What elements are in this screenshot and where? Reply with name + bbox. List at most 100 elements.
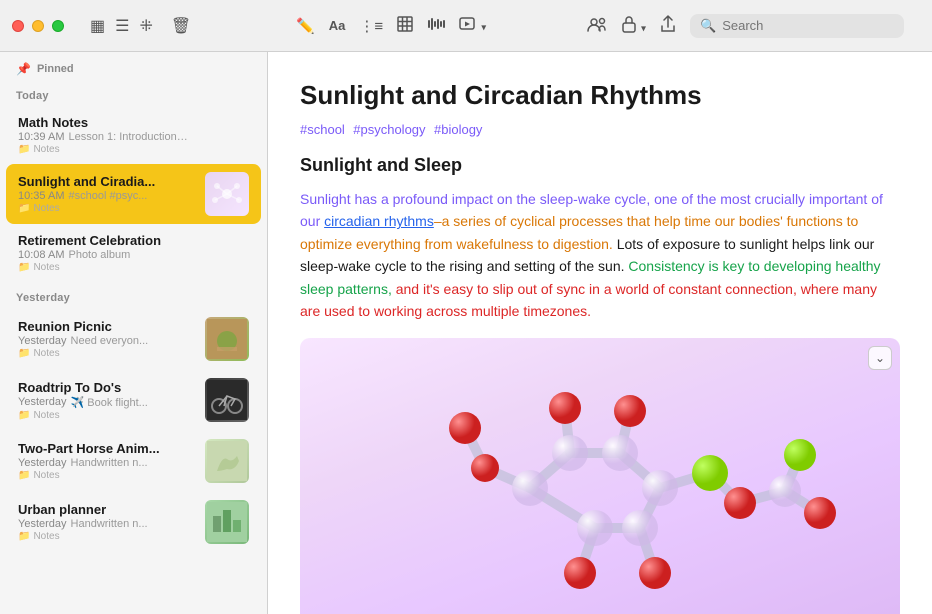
- note-folder: 📁 Notes: [18, 470, 197, 481]
- note-content: Roadtrip To Do's Yesterday ✈️ Book fligh…: [18, 380, 197, 421]
- note-title: Sunlight and Ciradia...: [18, 174, 197, 189]
- search-icon: 🔍: [700, 18, 716, 34]
- note-thumbnail-picnic: [205, 317, 249, 361]
- note-time: 10:35 AM: [18, 190, 64, 202]
- main-content: 📌 Pinned Today Math Notes 10:39 AM Lesso…: [0, 52, 932, 614]
- note-preview: Handwritten n...: [71, 518, 148, 530]
- note-content: Sunlight and Ciradia... 10:35 AM #school…: [18, 174, 197, 214]
- editor-title: Sunlight and Circadian Rhythms: [300, 80, 900, 111]
- note-preview: Lesson 1: Introduction to...: [68, 131, 188, 143]
- toolbar-right-group: ▾ 🔍: [587, 14, 904, 38]
- sidebar-toggle-icon[interactable]: ▦: [90, 16, 105, 36]
- image-collapse-button[interactable]: ⌄: [868, 346, 892, 370]
- note-folder: 📁 Notes: [18, 262, 249, 273]
- note-item-roadtrip[interactable]: Roadtrip To Do's Yesterday ✈️ Book fligh…: [6, 370, 261, 430]
- note-folder: 📁 Notes: [18, 144, 249, 155]
- editor-subtitle: Sunlight and Sleep: [300, 155, 900, 176]
- folder-icon: 📁: [18, 262, 30, 273]
- folder-icon: 📁: [18, 410, 30, 421]
- list-options-icon[interactable]: ⋮≡: [359, 17, 383, 35]
- titlebar-left: ▦ ☰ ⁜ 🗑: [12, 16, 280, 36]
- tag-school[interactable]: #school: [300, 122, 345, 137]
- audio-icon[interactable]: [427, 16, 445, 36]
- note-time: 10:08 AM: [18, 249, 64, 261]
- editor-body[interactable]: Sunlight has a profound impact on the sl…: [300, 188, 900, 322]
- note-time: Yesterday: [18, 457, 67, 469]
- note-item-reunion[interactable]: Reunion Picnic Yesterday Need everyon...…: [6, 309, 261, 369]
- note-folder: 📁 Notes: [18, 410, 197, 421]
- folder-name: Notes: [33, 348, 59, 359]
- note-content: Math Notes 10:39 AM Lesson 1: Introducti…: [18, 115, 249, 155]
- note-preview: Need everyon...: [71, 335, 149, 347]
- folder-name: Notes: [33, 203, 59, 214]
- folder-name: Notes: [33, 144, 59, 155]
- titlebar-right: ✏️ Aa ⋮≡: [280, 14, 920, 38]
- folder-name: Notes: [33, 470, 59, 481]
- editor-tags: #school #psychology #biology: [300, 121, 900, 139]
- collab-icon[interactable]: [587, 16, 607, 36]
- folder-name: Notes: [33, 531, 59, 542]
- note-thumbnail-molecule: [205, 172, 249, 216]
- note-folder: 📁 Notes: [18, 531, 197, 542]
- note-content: Two-Part Horse Anim... Yesterday Handwri…: [18, 441, 197, 481]
- close-button[interactable]: [12, 20, 24, 32]
- note-title: Two-Part Horse Anim...: [18, 441, 197, 456]
- media-icon[interactable]: ▾: [459, 16, 486, 36]
- titlebar: ▦ ☰ ⁜ 🗑 ✏️ Aa ⋮≡: [0, 0, 932, 52]
- table-icon[interactable]: [397, 16, 413, 36]
- note-item-sunlight[interactable]: Sunlight and Ciradia... 10:35 AM #school…: [6, 164, 261, 224]
- pinned-label: Pinned: [37, 63, 74, 75]
- share-icon[interactable]: [660, 15, 676, 37]
- molecule-visualization: [300, 338, 900, 614]
- note-time: 10:39 AM: [18, 131, 64, 143]
- section-today: Today: [0, 80, 267, 106]
- section-yesterday: Yesterday: [0, 282, 267, 308]
- note-meta: Yesterday ✈️ Book flight...: [18, 396, 197, 409]
- note-meta: 10:08 AM Photo album: [18, 249, 249, 261]
- note-content: Reunion Picnic Yesterday Need everyon...…: [18, 319, 197, 359]
- folder-icon: 📁: [18, 531, 30, 542]
- note-item-horse[interactable]: Two-Part Horse Anim... Yesterday Handwri…: [6, 431, 261, 491]
- traffic-lights: [12, 20, 64, 32]
- new-note-icon[interactable]: ✏️: [296, 17, 315, 35]
- delete-icon[interactable]: 🗑: [171, 16, 191, 36]
- note-item-math-notes[interactable]: Math Notes 10:39 AM Lesson 1: Introducti…: [6, 107, 261, 163]
- note-thumbnail-urban: [205, 500, 249, 544]
- note-title: Math Notes: [18, 115, 249, 130]
- note-item-retirement[interactable]: Retirement Celebration 10:08 AM Photo al…: [6, 225, 261, 281]
- note-item-urban[interactable]: Urban planner Yesterday Handwritten n...…: [6, 492, 261, 552]
- body-paragraph-1: Sunlight has a profound impact on the sl…: [300, 188, 900, 322]
- tag-biology[interactable]: #biology: [434, 122, 482, 137]
- maximize-button[interactable]: [52, 20, 64, 32]
- note-time: Yesterday: [18, 335, 67, 347]
- grid-view-icon[interactable]: ⁜: [139, 16, 152, 36]
- tag-psychology[interactable]: #psychology: [353, 122, 425, 137]
- lock-icon[interactable]: ▾: [621, 15, 646, 37]
- note-title: Roadtrip To Do's: [18, 380, 197, 395]
- folder-name: Notes: [33, 262, 59, 273]
- folder-icon: 📁: [18, 203, 30, 214]
- note-content: Urban planner Yesterday Handwritten n...…: [18, 502, 197, 542]
- search-input[interactable]: [722, 18, 892, 33]
- note-time: Yesterday: [18, 396, 67, 408]
- note-folder: 📁 Notes: [18, 203, 197, 214]
- note-time: Yesterday: [18, 518, 67, 530]
- editor: Sunlight and Circadian Rhythms #school #…: [268, 52, 932, 614]
- folder-icon: 📁: [18, 144, 30, 155]
- folder-name: Notes: [33, 410, 59, 421]
- note-thumbnail-horse: [205, 439, 249, 483]
- minimize-button[interactable]: [32, 20, 44, 32]
- note-content: Retirement Celebration 10:08 AM Photo al…: [18, 233, 249, 273]
- note-thumbnail-bike: [205, 378, 249, 422]
- folder-icon: 📁: [18, 348, 30, 359]
- pinned-header: 📌 Pinned: [0, 52, 267, 80]
- list-view-icon[interactable]: ☰: [115, 16, 129, 36]
- note-meta: 10:35 AM #school #psyc...: [18, 190, 197, 202]
- folder-icon: 📁: [18, 470, 30, 481]
- note-preview: ✈️ Book flight...: [71, 396, 148, 409]
- sidebar: 📌 Pinned Today Math Notes 10:39 AM Lesso…: [0, 52, 268, 614]
- search-bar[interactable]: 🔍: [690, 14, 904, 38]
- text-link-circadian[interactable]: circadian rhythms: [324, 213, 434, 229]
- font-icon[interactable]: Aa: [329, 18, 346, 33]
- pin-icon: 📌: [16, 62, 31, 76]
